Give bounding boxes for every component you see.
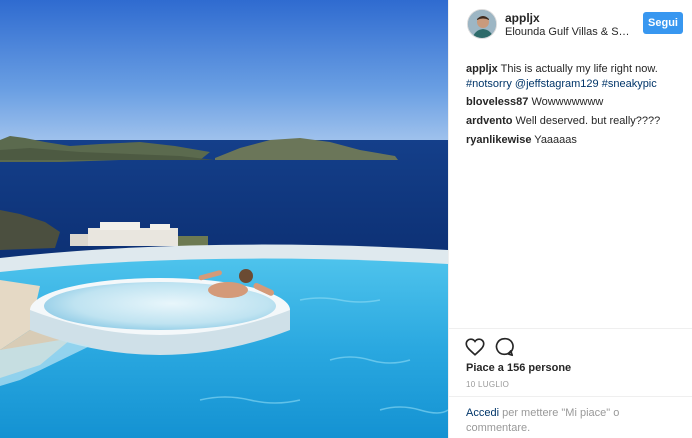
comment-text: Wowwwwwww bbox=[531, 96, 604, 108]
comment-username[interactable]: ardvento bbox=[466, 115, 512, 127]
follow-button[interactable]: Segui bbox=[643, 12, 683, 34]
comment-text: Yaaaaas bbox=[534, 134, 577, 146]
post-author-username[interactable]: appljx bbox=[505, 11, 540, 25]
instagram-post: appljx Elounda Gulf Villas & Sui... Segu… bbox=[0, 0, 692, 438]
heart-icon[interactable] bbox=[464, 336, 486, 358]
mention-link[interactable]: @jeffstagram129 bbox=[515, 78, 599, 90]
comment-item: ryanlikewise Yaaaaas bbox=[466, 133, 680, 148]
comment-text: Well deserved. but really???? bbox=[515, 115, 661, 127]
login-prompt: Accedi per mettere "Mi piace" o commenta… bbox=[449, 396, 692, 434]
avatar-photo-icon bbox=[468, 10, 496, 38]
post-photo[interactable] bbox=[0, 0, 448, 438]
post-date[interactable]: 10 LUGLIO bbox=[466, 380, 509, 389]
post-header: appljx Elounda Gulf Villas & Sui... Segu… bbox=[449, 0, 692, 44]
comments-list: appljx This is actually my life right no… bbox=[466, 62, 680, 152]
post-sidebar: appljx Elounda Gulf Villas & Sui... Segu… bbox=[448, 0, 692, 438]
login-prompt-text: Accedi per mettere "Mi piace" o commenta… bbox=[466, 406, 666, 436]
comment-item: ardvento Well deserved. but really???? bbox=[466, 114, 680, 129]
comment-item: bloveless87 Wowwwwwww bbox=[466, 95, 680, 110]
comment-username[interactable]: ryanlikewise bbox=[466, 134, 531, 146]
likes-count[interactable]: Piace a 156 persone bbox=[466, 362, 571, 374]
post-location[interactable]: Elounda Gulf Villas & Sui... bbox=[505, 26, 630, 38]
hashtag-link[interactable]: #sneakypic bbox=[602, 78, 657, 90]
post-actions: Piace a 156 persone 10 LUGLIO bbox=[449, 328, 692, 389]
comment-bubble-icon[interactable] bbox=[493, 336, 515, 358]
caption-text: This is actually my life right now. bbox=[500, 63, 658, 75]
login-link[interactable]: Accedi bbox=[466, 407, 499, 419]
caption-username[interactable]: appljx bbox=[466, 63, 498, 75]
hashtag-link[interactable]: #notsorry bbox=[466, 78, 512, 90]
post-caption: appljx This is actually my life right no… bbox=[466, 62, 680, 92]
pool-sea-photo bbox=[0, 0, 448, 438]
comment-username[interactable]: bloveless87 bbox=[466, 96, 528, 108]
avatar[interactable] bbox=[467, 9, 497, 39]
